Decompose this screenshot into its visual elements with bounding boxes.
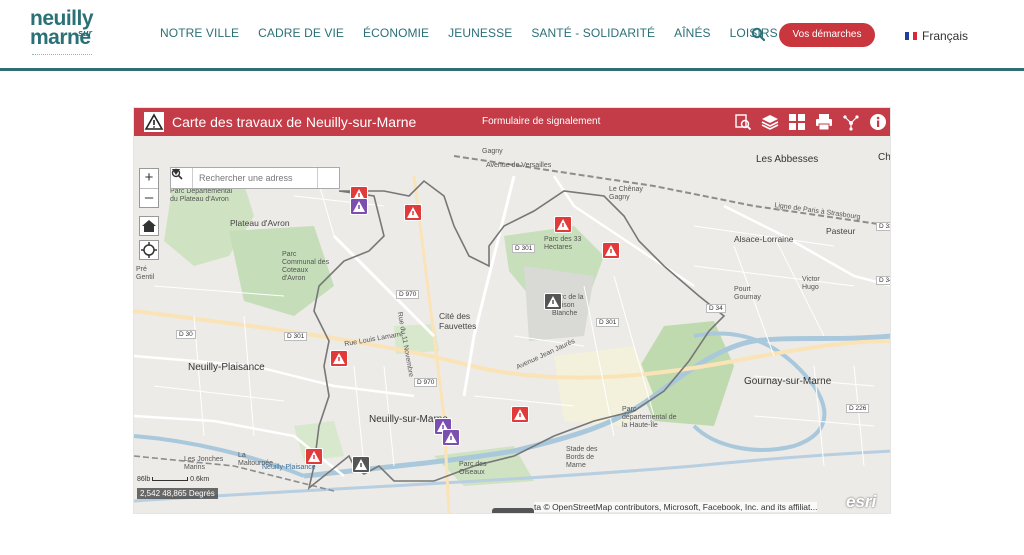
attribution-toggle[interactable]	[492, 508, 534, 513]
map-label-pasteur: Pasteur	[826, 226, 856, 236]
esri-logo: esri	[846, 492, 877, 511]
map-label-chenay-gagny: Le Chênay Gagny	[609, 186, 643, 201]
roadworks-marker[interactable]	[330, 350, 348, 367]
report-form-link[interactable]: Formulaire de signalement	[482, 116, 600, 127]
map-label-cite-des-fauvettes: Cité des Fauvettes	[439, 311, 477, 331]
address-search-input[interactable]	[193, 168, 317, 188]
map-label-che: Che	[878, 152, 891, 163]
road-tag: D 30	[176, 330, 196, 339]
map-title: Carte des travaux de Neuilly-sur-Marne	[172, 114, 417, 130]
map-label-gagny: Gagny	[482, 148, 503, 155]
address-search-button[interactable]	[171, 168, 339, 188]
french-flag-icon	[905, 32, 917, 40]
nav-notre-ville[interactable]: NOTRE VILLE	[160, 26, 239, 40]
road-tag: D 301	[512, 244, 536, 253]
roadworks-marker-grey[interactable]	[544, 293, 562, 310]
query-icon[interactable]	[733, 112, 753, 132]
layers-icon[interactable]	[760, 112, 780, 132]
zoom-in-button[interactable]: +	[140, 169, 158, 188]
magnifier-icon	[171, 168, 183, 180]
road-tag: D 970	[396, 290, 420, 299]
roadworks-marker-grey[interactable]	[352, 456, 370, 473]
road-tag: D 34	[876, 276, 890, 285]
map-label-pre-gentil: Pré Gentil	[136, 266, 155, 281]
map-label-plateau-avron: Plateau d'Avron	[230, 218, 290, 228]
nav-economie[interactable]: ÉCONOMIE	[363, 26, 429, 40]
search-icon[interactable]	[751, 27, 766, 42]
map-label-les-jonches-marins: Les Jonches Marins	[184, 456, 224, 471]
nav-aines[interactable]: AÎNÉS	[674, 26, 711, 40]
logo-text-sur: sur	[78, 28, 93, 38]
map-label-parc-33-hectares: Parc des 33 Hectares	[544, 236, 582, 251]
share-icon[interactable]	[841, 112, 861, 132]
roadworks-marker-purple[interactable]	[442, 429, 460, 446]
map-label-parc-des-oiseaux: Parc des Oiseaux	[459, 461, 487, 476]
scale-bar: 86lb 0.6km	[137, 476, 209, 483]
nav-jeunesse[interactable]: JEUNESSE	[448, 26, 512, 40]
roadworks-marker[interactable]	[554, 216, 572, 233]
print-icon[interactable]	[814, 112, 834, 132]
site-header: neuilly sur marne NOTRE VILLE CADRE DE V…	[0, 0, 1024, 71]
main-nav: NOTRE VILLE CADRE DE VIE ÉCONOMIE JEUNES…	[160, 26, 797, 40]
map-label-alsace-lorraine: Alsace-Lorraine	[734, 234, 794, 244]
map-label-station-neuilly-plaisance: Neuilly-Plaisance	[262, 464, 316, 471]
scale-label-right: 0.6km	[190, 476, 210, 483]
roadworks-marker[interactable]	[404, 204, 422, 221]
map-label-parc-coteaux-avron: Parc Communal des Coteaux d'Avron	[282, 251, 330, 282]
road-tag: D 33	[876, 222, 890, 231]
map-toolbar	[733, 112, 888, 132]
roadworks-marker-purple[interactable]	[350, 198, 368, 215]
map-app: Carte des travaux de Neuilly-sur-Marne F…	[133, 107, 891, 514]
map-label-gournay-sur-marne: Gournay-sur-Marne	[744, 376, 832, 387]
map-label-pourt-gournay: Pourt Gournay	[734, 286, 761, 301]
locate-icon	[141, 242, 157, 258]
scale-label-left: 86lb	[137, 476, 151, 483]
roadworks-marker[interactable]	[305, 448, 323, 465]
map-label-stade-bords-marne: Stade des Bords de Marne	[566, 446, 598, 469]
home-button[interactable]	[139, 216, 159, 236]
road-tag: D 970	[414, 378, 438, 387]
road-tag: D 226	[846, 404, 870, 413]
language-selector[interactable]: Français	[905, 29, 968, 43]
map-title-bar: Carte des travaux de Neuilly-sur-Marne F…	[134, 108, 890, 136]
roadworks-marker[interactable]	[602, 242, 620, 259]
map-label-avenue-versailles: Avenue de Versailles	[486, 162, 552, 169]
road-tag: D 301	[596, 318, 620, 327]
nav-sante-solidarite[interactable]: SANTÉ - SOLIDARITÉ	[531, 26, 655, 40]
map-label-parc-plateau-avron: Parc Départemental du Plateau d'Avron	[170, 188, 233, 203]
map-canvas[interactable]: Les Abbesses Che Parc Départemental du P…	[134, 136, 891, 513]
roadworks-marker[interactable]	[511, 406, 529, 423]
zoom-control: + –	[139, 168, 159, 208]
info-icon[interactable]	[868, 112, 888, 132]
header-divider	[0, 68, 1024, 71]
city-logo[interactable]: neuilly sur marne	[30, 8, 100, 60]
map-label-victor-hugo: Victor Hugo	[802, 276, 820, 291]
vos-demarches-button[interactable]: Vos démarches	[779, 23, 875, 47]
logo-dotted-line	[32, 54, 92, 57]
road-tag: D 34	[706, 304, 726, 313]
locate-button[interactable]	[139, 240, 159, 260]
coordinate-readout: 2,542 48,865 Degrés	[137, 488, 218, 499]
basemap-gallery-icon[interactable]	[787, 112, 807, 132]
map-label-les-abbesses: Les Abbesses	[756, 154, 819, 165]
home-icon	[142, 220, 156, 232]
address-search	[170, 167, 340, 189]
nav-cadre-de-vie[interactable]: CADRE DE VIE	[258, 26, 344, 40]
language-label: Français	[922, 29, 969, 43]
roadworks-warning-icon	[144, 112, 164, 132]
map-label-neuilly-plaisance: Neuilly-Plaisance	[188, 362, 265, 373]
scale-bar-line	[152, 477, 189, 481]
map-label-parc-haute-ile: Parc départemental de la Haute-Île	[622, 406, 677, 429]
road-tag: D 301	[284, 332, 308, 341]
zoom-out-button[interactable]: –	[140, 189, 158, 208]
map-attribution: ta © OpenStreetMap contributors, Microso…	[534, 502, 818, 512]
